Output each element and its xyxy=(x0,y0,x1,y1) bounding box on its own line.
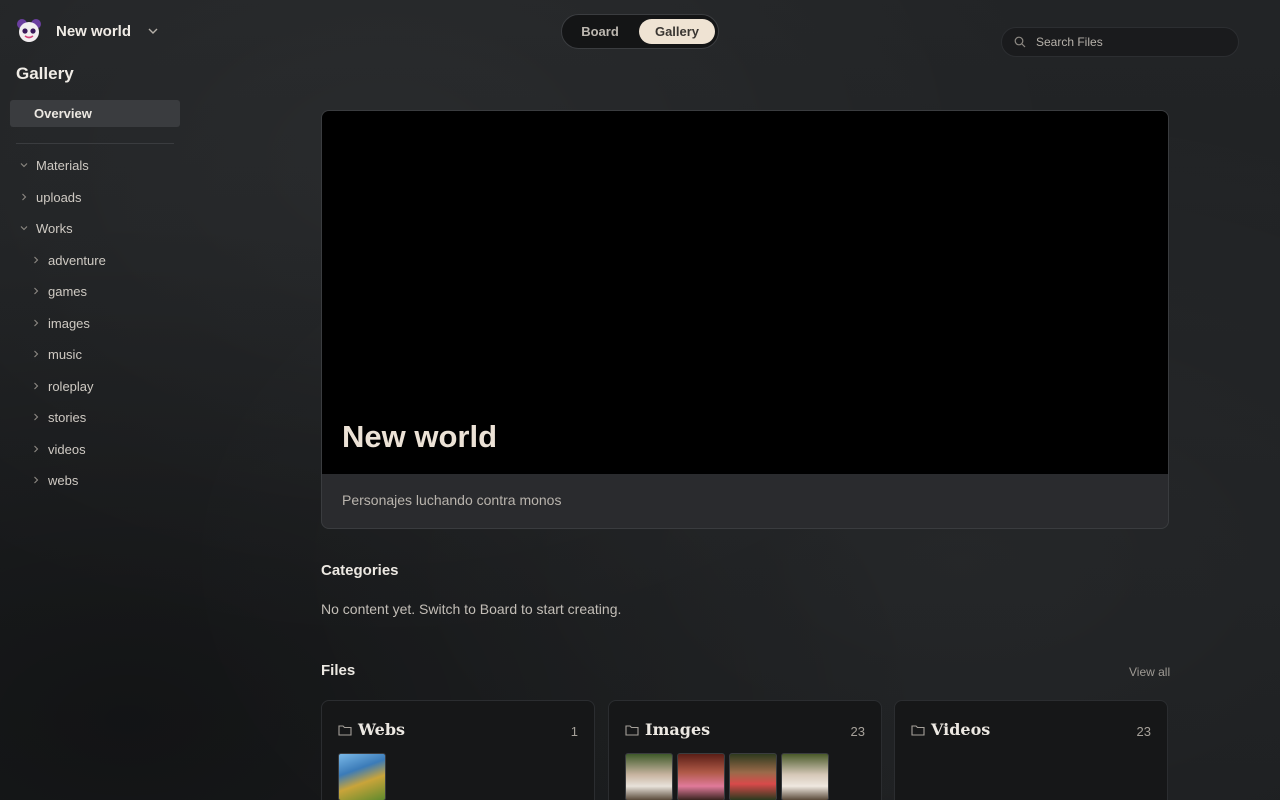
chevron-right-icon xyxy=(34,382,39,390)
app-logo-icon xyxy=(17,19,41,42)
tree-item-works[interactable]: Works xyxy=(20,219,73,237)
sidebar-item-overview[interactable]: Overview xyxy=(10,100,180,127)
tree-item-label: videos xyxy=(48,441,86,457)
card-count: 23 xyxy=(1136,724,1151,739)
tree-item-videos[interactable]: videos xyxy=(32,440,86,458)
chevron-right-icon xyxy=(34,256,39,264)
card-header: Videos xyxy=(911,720,990,739)
folder-icon xyxy=(625,724,639,736)
thumbnail-image[interactable] xyxy=(729,753,777,800)
tree-item-uploads[interactable]: uploads xyxy=(20,188,82,206)
chevron-down-icon xyxy=(20,163,28,168)
board-tab[interactable]: Board xyxy=(566,19,634,44)
files-heading: Files xyxy=(321,662,356,679)
search-icon xyxy=(1014,36,1026,48)
card-title: Videos xyxy=(931,720,991,739)
sidebar-section-title: Gallery xyxy=(16,64,74,83)
folder-icon xyxy=(911,724,925,736)
categories-heading: Categories xyxy=(321,562,399,579)
chevron-right-icon xyxy=(22,193,27,201)
card-header: Images xyxy=(625,720,710,739)
folder-icon xyxy=(338,724,352,736)
tree-item-label: Materials xyxy=(36,157,89,173)
chevron-right-icon xyxy=(34,319,39,327)
view-toggle: Board Gallery xyxy=(561,14,719,49)
hero-title: New world xyxy=(342,419,498,454)
sidebar-divider xyxy=(16,143,174,144)
file-card-videos[interactable]: Videos 23 xyxy=(894,700,1168,800)
sidebar: New world Gallery Overview Materials upl… xyxy=(0,0,190,800)
tree-item-stories[interactable]: stories xyxy=(32,408,86,426)
card-thumbnails xyxy=(338,753,386,800)
tree-item-images[interactable]: images xyxy=(32,314,90,332)
chevron-right-icon xyxy=(34,350,39,358)
chevron-down-icon xyxy=(20,226,28,231)
gallery-tab[interactable]: Gallery xyxy=(639,19,715,44)
search-box xyxy=(1001,27,1239,57)
card-thumbnails xyxy=(625,753,829,800)
tree-item-adventure[interactable]: adventure xyxy=(32,251,106,269)
tree-item-label: games xyxy=(48,283,88,299)
thumbnail-image[interactable] xyxy=(338,753,386,800)
hero-description: Personajes luchando contra monos xyxy=(342,492,562,508)
workspace-name: New world xyxy=(56,22,132,40)
chevron-right-icon xyxy=(34,445,39,453)
card-count: 1 xyxy=(570,724,578,739)
card-title: Webs xyxy=(358,720,406,739)
tree-item-label: roleplay xyxy=(48,378,94,394)
card-count: 23 xyxy=(850,724,865,739)
tree-item-label: music xyxy=(48,346,82,362)
card-header: Webs xyxy=(338,720,405,739)
thumbnail-image[interactable] xyxy=(677,753,725,800)
file-card-images[interactable]: Images 23 xyxy=(608,700,882,800)
search-input[interactable] xyxy=(1034,34,1228,50)
categories-empty-text: No content yet. Switch to Board to start… xyxy=(321,601,622,617)
tree-item-webs[interactable]: webs xyxy=(32,471,78,489)
card-title: Images xyxy=(645,720,711,739)
workspace-switcher[interactable]: New world xyxy=(16,18,159,44)
tree-item-label: webs xyxy=(48,472,79,488)
thumbnail-image[interactable] xyxy=(625,753,673,800)
hero-card: New world Personajes luchando contra mon… xyxy=(321,110,1169,529)
tree-item-games[interactable]: games xyxy=(32,282,87,300)
file-card-webs[interactable]: Webs 1 xyxy=(321,700,595,800)
tree-item-label: images xyxy=(48,315,90,331)
tree-item-label: stories xyxy=(48,409,87,425)
thumbnail-image[interactable] xyxy=(781,753,829,800)
chevron-right-icon xyxy=(34,413,39,421)
chevron-down-icon[interactable] xyxy=(147,25,159,37)
tree-item-label: uploads xyxy=(36,189,82,205)
tree-item-label: Works xyxy=(36,220,73,236)
chevron-right-icon xyxy=(34,287,39,295)
tree-item-label: adventure xyxy=(48,252,106,268)
tree-item-materials[interactable]: Materials xyxy=(20,156,89,174)
tree-item-roleplay[interactable]: roleplay xyxy=(32,377,94,395)
chevron-right-icon xyxy=(34,476,39,484)
view-all-link[interactable]: View all xyxy=(1129,665,1170,679)
tree-item-music[interactable]: music xyxy=(32,345,82,363)
